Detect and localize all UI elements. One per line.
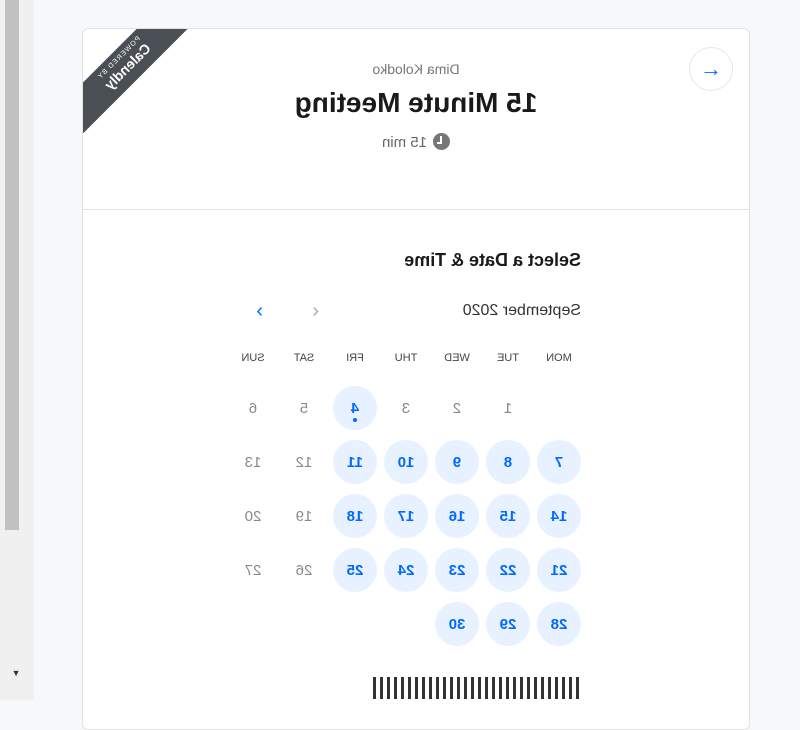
calendar-day-8[interactable]: 8: [486, 440, 530, 484]
select-date-heading: Select a Date & Time: [404, 250, 581, 270]
calendar-day-3: 3: [401, 399, 411, 417]
weekday-thu: THU: [394, 352, 418, 364]
scrollbar-thumb[interactable]: [5, 0, 19, 530]
calendar-day-11[interactable]: 11: [333, 440, 377, 484]
calendar-day-15[interactable]: 15: [486, 494, 530, 538]
calendar-day-24[interactable]: 24: [384, 548, 428, 592]
chevron-left-icon[interactable]: ‹: [312, 300, 319, 323]
calendar-day-12: 12: [295, 453, 313, 471]
calendar-day-16[interactable]: 16: [435, 494, 479, 538]
calendar-day-26: 26: [295, 561, 313, 579]
cookie-settings-text[interactable]: [249, 677, 579, 701]
calendar-day-13: 13: [244, 453, 262, 471]
weekday-sun: SUN: [241, 352, 265, 364]
calendar-day-10[interactable]: 10: [384, 440, 428, 484]
scroll-down-arrow-icon[interactable]: ▼: [10, 668, 22, 680]
weekday-mon: MON: [546, 352, 572, 364]
calendar-day-20: 20: [244, 507, 262, 525]
month-label: September 2020: [462, 302, 581, 319]
calendar-day-23[interactable]: 23: [435, 548, 479, 592]
calendar-day-28[interactable]: 28: [537, 602, 581, 646]
calendar-day-27: 27: [244, 561, 262, 579]
duration-label: 15 min: [381, 134, 428, 151]
calendar-day-18[interactable]: 18: [333, 494, 377, 538]
calendar-day-2: 2: [452, 399, 462, 417]
clock-icon: [433, 133, 451, 150]
weekday-sat: SAT: [293, 352, 315, 364]
calendar-day-17[interactable]: 17: [384, 494, 428, 538]
chevron-right-icon[interactable]: ›: [256, 300, 263, 323]
calendar-day-7[interactable]: 7: [537, 440, 581, 484]
month-nav: September 2020 ‹ ›: [241, 300, 581, 324]
calendar-day-25[interactable]: 25: [333, 548, 377, 592]
powered-by-ribbon[interactable]: POWERED BY Calendly: [83, 29, 193, 139]
calendar-day-29[interactable]: 29: [486, 602, 530, 646]
weekday-wed: WED: [444, 352, 470, 364]
event-header: ← Dima Kolodko 15 Minute Meeting 15 min …: [83, 29, 749, 210]
weekday-tue: TUE: [497, 352, 519, 364]
calendar-day-6: 6: [248, 399, 258, 417]
weekday-fri: FRI: [346, 352, 364, 364]
calendar-day-1: 1: [503, 399, 513, 417]
calendar-day-9[interactable]: 9: [435, 440, 479, 484]
calendar-day-14[interactable]: 14: [537, 494, 581, 538]
calendar-day-30[interactable]: 30: [435, 602, 479, 646]
calendar-day-19: 19: [295, 507, 313, 525]
calendar-day-22[interactable]: 22: [486, 548, 530, 592]
calendar-day-5: 5: [299, 399, 309, 417]
calendar-day-4[interactable]: 4: [333, 386, 377, 430]
scheduling-card: ← Dima Kolodko 15 Minute Meeting 15 min …: [82, 28, 750, 730]
calendar-day-21[interactable]: 21: [537, 548, 581, 592]
today-indicator: [353, 418, 357, 422]
